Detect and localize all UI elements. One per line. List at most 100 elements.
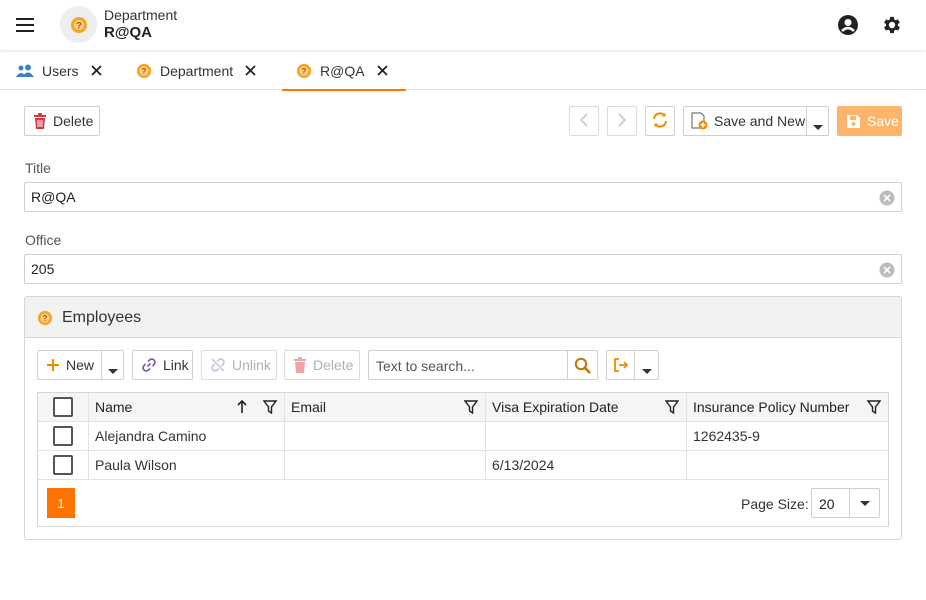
column-email-label: Email — [291, 399, 327, 415]
chevron-down-icon[interactable] — [849, 489, 879, 517]
employees-panel-header: ? Employees — [25, 297, 901, 338]
tab-department[interactable]: ? Department — [136, 51, 256, 90]
clear-icon[interactable] — [879, 190, 895, 206]
chevron-right-icon — [617, 112, 627, 130]
users-icon — [16, 64, 34, 78]
page-size-value: 20 — [819, 496, 835, 512]
split-divider — [806, 107, 807, 135]
export-button[interactable] — [606, 350, 659, 380]
save-button-label: Save — [867, 113, 899, 129]
svg-text:?: ? — [43, 314, 48, 323]
unlink-button-label: Unlink — [232, 357, 271, 373]
clear-icon[interactable] — [879, 262, 895, 278]
next-record-button[interactable] — [607, 106, 637, 136]
dropdown-arrow-icon[interactable] — [641, 362, 653, 378]
settings-gear-icon[interactable] — [881, 14, 903, 36]
save-and-new-label: Save and New — [714, 113, 806, 129]
employees-title: Employees — [62, 309, 142, 326]
new-button[interactable]: New — [37, 350, 124, 380]
filter-icon[interactable] — [463, 400, 479, 415]
trash-icon — [33, 113, 47, 129]
tab-users-label: Users — [42, 62, 79, 79]
new-button-label: New — [66, 357, 95, 373]
svg-text:?: ? — [142, 67, 147, 76]
chevron-left-icon — [579, 112, 589, 130]
search-icon[interactable] — [567, 351, 597, 379]
tab-raqa[interactable]: ? R@QA — [282, 51, 406, 91]
column-name-label: Name — [95, 399, 133, 415]
filter-icon[interactable] — [866, 400, 882, 415]
cell-visa: 6/13/2024 — [486, 451, 687, 479]
page-button-current[interactable]: 1 — [47, 488, 75, 518]
refresh-button[interactable] — [645, 106, 675, 136]
department-logo-icon: ? — [60, 6, 97, 43]
department-icon: ? — [296, 63, 312, 79]
column-visa-label: Visa Expiration Date — [492, 399, 619, 415]
export-icon — [613, 357, 629, 373]
delete-button[interactable]: Delete — [24, 106, 100, 136]
close-icon[interactable] — [90, 65, 102, 76]
dropdown-arrow-icon[interactable] — [107, 362, 119, 378]
svg-text:?: ? — [76, 20, 82, 30]
page-size-label: Page Size: — [741, 496, 809, 512]
column-header-email[interactable]: Email — [285, 393, 486, 421]
tab-bar: Users ? Department ? R@QA — [0, 51, 926, 91]
tab-users[interactable]: Users — [16, 51, 102, 90]
menu-icon[interactable] — [14, 14, 38, 36]
link-button-label: Link — [163, 357, 189, 373]
office-input-value: 205 — [31, 261, 55, 277]
unlink-icon — [210, 357, 226, 373]
delete-button-label: Delete — [53, 113, 94, 129]
split-divider — [101, 351, 102, 379]
employee-search-input[interactable]: Text to search... — [368, 350, 598, 380]
office-label: Office — [25, 232, 62, 248]
cell-email — [285, 451, 486, 479]
svg-text:?: ? — [302, 67, 307, 76]
header-title: R@QA — [104, 24, 152, 41]
sort-ascending-icon[interactable] — [236, 399, 248, 414]
dropdown-arrow-icon[interactable] — [812, 118, 824, 134]
column-header-name[interactable]: Name — [89, 393, 285, 421]
employee-icon: ? — [37, 310, 53, 329]
link-button[interactable]: Link — [132, 350, 193, 380]
row-select-cell — [38, 451, 89, 479]
department-icon: ? — [136, 63, 152, 79]
plus-icon — [46, 358, 60, 372]
title-label: Title — [25, 160, 51, 176]
tab-department-label: Department — [160, 62, 234, 79]
column-insurance-label: Insurance Policy Number — [693, 399, 850, 415]
column-header-visa[interactable]: Visa Expiration Date — [486, 393, 687, 421]
cell-visa — [486, 422, 687, 450]
refresh-icon — [651, 111, 669, 132]
cell-email — [285, 422, 486, 450]
employees-grid: Name Email Visa Expiration Date Insuranc… — [37, 392, 889, 480]
save-disk-icon — [846, 114, 861, 129]
select-all-checkbox[interactable] — [53, 397, 73, 417]
column-header-insurance[interactable]: Insurance Policy Number — [687, 393, 888, 421]
table-row[interactable]: Alejandra Camino 1262435-9 — [38, 422, 888, 451]
table-row[interactable]: Paula Wilson 6/13/2024 — [38, 451, 888, 480]
employee-delete-label: Delete — [313, 357, 354, 373]
select-all-cell — [38, 393, 89, 421]
account-icon[interactable] — [837, 14, 859, 36]
title-input[interactable]: R@QA — [24, 182, 902, 212]
trash-icon — [293, 357, 307, 373]
title-input-value: R@QA — [31, 189, 76, 205]
filter-icon[interactable] — [664, 400, 680, 415]
cell-name: Alejandra Camino — [89, 422, 285, 450]
grid-header-row: Name Email Visa Expiration Date Insuranc… — [38, 393, 888, 422]
page-size-select[interactable]: 20 — [811, 488, 880, 518]
close-icon[interactable] — [376, 65, 388, 76]
unlink-button[interactable]: Unlink — [201, 350, 277, 380]
row-checkbox[interactable] — [53, 426, 73, 446]
close-icon[interactable] — [245, 65, 256, 76]
cell-insurance — [687, 451, 888, 479]
previous-record-button[interactable] — [569, 106, 599, 136]
office-input[interactable]: 205 — [24, 254, 902, 284]
save-new-icon — [690, 112, 708, 130]
employee-delete-button[interactable]: Delete — [284, 350, 360, 380]
save-and-new-button[interactable]: Save and New — [683, 106, 829, 136]
filter-icon[interactable] — [262, 400, 278, 415]
save-button[interactable]: Save — [837, 106, 902, 136]
row-checkbox[interactable] — [53, 455, 73, 475]
